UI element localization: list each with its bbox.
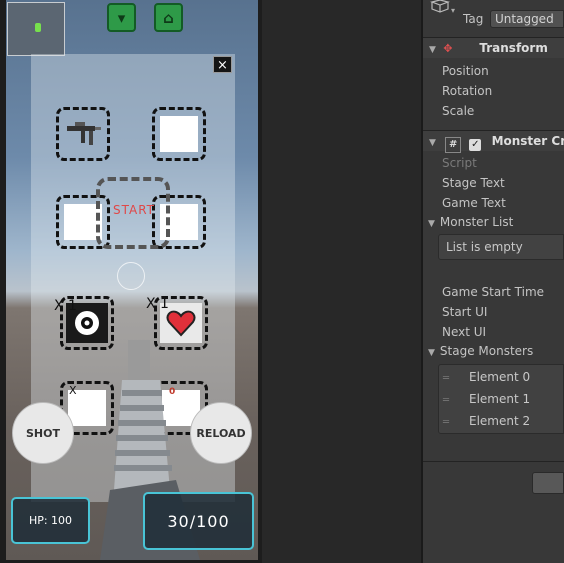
menu-up-button[interactable]: ⌂ (154, 3, 183, 32)
element-label: Element 1 (469, 392, 531, 406)
stage-monsters-list: ═ Element 0 ═ Element 1 ═ Element 2 (438, 364, 564, 434)
component-header[interactable]: ▼ # ✓ Monster Crea (423, 130, 564, 153)
minimap (7, 2, 65, 56)
heart-icon (166, 310, 196, 337)
slot-mark: X (69, 384, 77, 397)
ammo-text: 30/100 (167, 511, 230, 531)
item-count: X 1 (54, 298, 77, 314)
drag-handle-icon[interactable]: ═ (439, 413, 469, 433)
stage-text-label: Stage Text (442, 176, 505, 190)
tag-dropdown[interactable]: Untagged (490, 10, 564, 28)
foldout-arrow-icon: ▼ (428, 348, 435, 358)
component-title: Monster Crea (491, 134, 564, 148)
start-ui-label: Start UI (442, 305, 488, 319)
monster-list-label: Monster List (439, 215, 514, 229)
house-icon: ⌂ (163, 8, 174, 27)
ammo-display: 30/100 (143, 492, 254, 550)
hp-text: HP: 100 (28, 514, 73, 527)
stage-monsters-foldout[interactable]: ▼ Stage Monsters (428, 342, 533, 360)
foldout-arrow-icon: ▼ (429, 138, 436, 148)
close-icon: × (217, 58, 228, 73)
inventory-slot-weapon[interactable] (56, 107, 110, 161)
item-count: X 1 (146, 296, 169, 312)
shot-button[interactable]: SHOT (12, 402, 74, 464)
inventory-slot[interactable] (152, 107, 206, 161)
game-start-time-label: Game Start Time (442, 285, 545, 299)
tag-value: Untagged (495, 12, 554, 26)
foldout-arrow-icon: ▼ (428, 219, 435, 229)
chevron-down-icon[interactable]: ▾ (451, 6, 455, 15)
add-component-button[interactable] (532, 472, 564, 494)
inspector-separator (423, 461, 564, 462)
stage-monsters-label: Stage Monsters (439, 344, 534, 358)
crosshair-icon (117, 262, 145, 290)
start-label: START (112, 203, 156, 217)
transform-header[interactable]: ▼ ✥ Transform (423, 37, 564, 58)
element-label: Element 2 (469, 414, 531, 428)
scale-label: Scale (442, 104, 475, 118)
position-label: Position (442, 64, 489, 78)
transform-title: Transform (479, 41, 548, 55)
enabled-checkbox[interactable]: ✓ (469, 139, 482, 151)
next-ui-label: Next UI (442, 325, 487, 339)
drag-handle-icon[interactable]: ═ (439, 391, 469, 411)
transform-icon: ✥ (443, 42, 453, 55)
rifle-icon (67, 122, 101, 145)
list-item[interactable]: ═ Element 2 (439, 411, 530, 431)
list-item[interactable]: ═ Element 0 (439, 367, 530, 387)
reload-button[interactable]: RELOAD (190, 402, 252, 464)
tag-label: Tag (463, 12, 484, 26)
menu-down-button[interactable]: ▾ (107, 3, 136, 32)
list-item[interactable]: ═ Element 1 (439, 389, 530, 409)
drag-handle-icon[interactable]: ═ (439, 369, 469, 389)
list-empty-text: List is empty (446, 240, 523, 254)
game-text-label: Game Text (442, 196, 506, 210)
chevron-down-icon: ▾ (117, 8, 126, 27)
script-hash-icon: # (445, 137, 462, 153)
close-button[interactable]: × (213, 56, 232, 73)
element-label: Element 0 (469, 370, 531, 384)
player-marker-icon (35, 23, 41, 32)
monster-list-foldout[interactable]: ▼ Monster List (428, 213, 513, 231)
hp-display: HP: 100 (11, 497, 90, 544)
shot-label: SHOT (26, 426, 60, 440)
rotation-label: Rotation (442, 84, 493, 98)
monster-list-box: List is empty (438, 234, 564, 260)
game-view: ▾ ⌂ × START X 1 X 1 X 0 SHOT RELOAD HP: … (0, 0, 262, 563)
script-label: Script (442, 156, 477, 170)
reload-label: RELOAD (196, 426, 246, 440)
foldout-arrow-icon: ▼ (429, 45, 436, 55)
editor-empty-area (262, 0, 422, 563)
gameobject-icon (429, 0, 451, 13)
slot-empty-fill (160, 116, 198, 152)
